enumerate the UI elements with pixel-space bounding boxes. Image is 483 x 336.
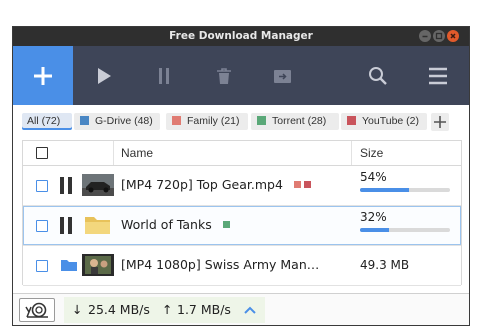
file-name-text: [MP4 720p] Top Gear.mp4 xyxy=(121,177,283,192)
filter-chip-label: Family (21) xyxy=(187,115,240,127)
tag-color-swatch xyxy=(80,116,89,125)
tag-marker xyxy=(293,181,301,188)
video-thumbnail-icon xyxy=(82,254,114,276)
video-thumbnail-icon xyxy=(82,174,114,196)
progress-fill xyxy=(360,228,389,232)
file-size: 49.3 MB xyxy=(360,258,410,272)
select-all-checkbox[interactable] xyxy=(36,147,48,159)
column-divider xyxy=(113,141,114,165)
status-bar: ↓ 25.4 MB/s ↑ 1.7 MB/s xyxy=(13,293,469,325)
close-icon xyxy=(450,33,456,39)
pause-icon[interactable] xyxy=(60,177,74,194)
column-header-name[interactable]: Name xyxy=(121,146,153,160)
column-divider xyxy=(351,141,352,165)
tag-color-swatch xyxy=(347,116,356,125)
play-icon xyxy=(98,67,111,84)
start-button[interactable] xyxy=(89,46,119,105)
pause-button[interactable] xyxy=(149,46,179,105)
row-checkbox[interactable] xyxy=(36,180,48,192)
downloads-table: Name Size [MP4 720p] Top Gear.mp4 54% Wo… xyxy=(22,140,462,286)
delete-button[interactable] xyxy=(209,46,239,105)
tag-color-swatch xyxy=(257,116,266,125)
download-speed: 25.4 MB/s xyxy=(88,302,150,317)
add-tag-button[interactable] xyxy=(431,113,449,131)
progress-bar xyxy=(360,228,450,232)
filter-chip-label: Torrent (28) xyxy=(272,115,327,127)
tag-marker xyxy=(222,221,230,228)
chevron-up-icon xyxy=(244,306,256,314)
search-button[interactable] xyxy=(363,46,393,105)
file-name: [MP4 1080p] Swiss Army Man… xyxy=(121,257,320,272)
menu-icon xyxy=(429,67,447,84)
speed-indicator[interactable]: ↓ 25.4 MB/s ↑ 1.7 MB/s xyxy=(64,297,265,323)
column-header-size[interactable]: Size xyxy=(360,146,383,160)
progress-fill xyxy=(360,188,409,192)
row-checkbox[interactable] xyxy=(36,260,48,272)
app-window: Free Download Manager All (72) G-Drive (… xyxy=(13,27,469,325)
download-arrow-icon: ↓ xyxy=(72,302,83,317)
tag-filter-bar: All (72) G-Drive (48) Family (21) Torren… xyxy=(13,105,469,135)
upload-speed: 1.7 MB/s xyxy=(177,302,231,317)
open-folder-icon[interactable] xyxy=(60,258,78,272)
search-icon xyxy=(369,66,387,85)
window-title: Free Download Manager xyxy=(169,30,313,42)
folder-icon xyxy=(85,217,110,234)
table-row[interactable]: [MP4 1080p] Swiss Army Man… 49.3 MB xyxy=(23,246,461,286)
progress-bar xyxy=(360,188,450,192)
snail-icon xyxy=(25,302,48,318)
close-button[interactable] xyxy=(447,30,459,42)
move-button[interactable] xyxy=(268,46,298,105)
file-name: [MP4 720p] Top Gear.mp4 xyxy=(121,177,311,192)
file-name: World of Tanks xyxy=(121,217,230,232)
filter-chip-label: G-Drive (48) xyxy=(95,115,153,127)
tag-marker xyxy=(303,181,311,188)
table-row[interactable]: World of Tanks 32% xyxy=(23,206,461,246)
plus-icon xyxy=(34,66,52,85)
progress-percent: 54% xyxy=(360,170,387,184)
toolbar xyxy=(13,46,469,105)
filter-chip-youtube[interactable]: YouTube (2) xyxy=(341,113,427,130)
progress-percent: 32% xyxy=(360,210,387,224)
trash-icon xyxy=(217,67,231,84)
minimize-icon xyxy=(422,35,428,38)
upload-arrow-icon: ↑ xyxy=(162,302,173,317)
filter-chip-label: All (72) xyxy=(27,115,61,127)
table-row[interactable]: [MP4 720p] Top Gear.mp4 54% xyxy=(23,166,461,206)
table-header: Name Size xyxy=(23,141,461,166)
filter-chip-label: YouTube (2) xyxy=(362,115,420,127)
plus-icon xyxy=(434,116,446,128)
main-menu-button[interactable] xyxy=(423,46,453,105)
filter-chip-g-drive[interactable]: G-Drive (48) xyxy=(74,113,160,130)
maximize-button[interactable] xyxy=(433,30,445,42)
file-name-text: World of Tanks xyxy=(121,217,212,232)
maximize-icon xyxy=(435,32,443,40)
minimize-button[interactable] xyxy=(419,30,431,42)
pause-icon xyxy=(159,67,169,84)
speed-limit-button[interactable] xyxy=(19,298,55,322)
tag-color-swatch xyxy=(172,116,181,125)
title-bar: Free Download Manager xyxy=(13,27,469,46)
filter-chip-torrent[interactable]: Torrent (28) xyxy=(251,113,339,130)
pause-icon[interactable] xyxy=(60,217,74,234)
row-checkbox[interactable] xyxy=(36,220,48,232)
move-icon xyxy=(274,69,291,83)
filter-chip-family[interactable]: Family (21) xyxy=(166,113,248,130)
add-download-button[interactable] xyxy=(13,46,73,105)
filter-chip-all[interactable]: All (72) xyxy=(22,113,72,130)
